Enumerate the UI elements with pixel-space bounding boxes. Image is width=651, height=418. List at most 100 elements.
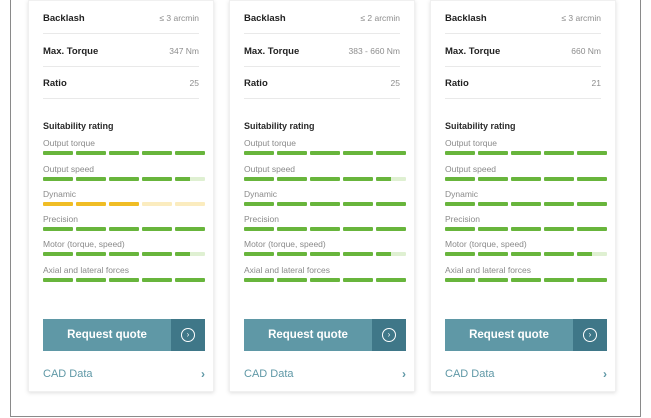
rating-segment: [445, 278, 475, 282]
rating-label: Output speed: [445, 164, 497, 174]
cad-data-label: CAD Data: [244, 368, 294, 380]
rating-row: Axial and lateral forces: [445, 265, 607, 287]
rating-segment: [277, 177, 307, 181]
rating-segment: [310, 227, 340, 231]
suitability-rating-title: Suitability rating: [445, 121, 516, 131]
rating-bar: [445, 278, 607, 282]
rating-segment: [310, 151, 340, 155]
rating-segment: [343, 177, 373, 181]
cad-data-link[interactable]: CAD Data ›: [244, 365, 406, 383]
rating-segment: [544, 252, 574, 256]
rating-label: Output speed: [43, 164, 95, 174]
rating-segment: [277, 202, 307, 206]
spec-label: Ratio: [445, 77, 469, 89]
rating-label: Dynamic: [43, 189, 77, 199]
cad-data-link[interactable]: CAD Data ›: [43, 365, 205, 383]
rating-bar: [445, 177, 607, 181]
request-quote-button[interactable]: Request quote ›: [244, 319, 406, 351]
rating-segment: [376, 227, 406, 231]
rating-label: Output torque: [445, 138, 497, 148]
rating-bar: [445, 227, 607, 231]
rating-label: Axial and lateral forces: [43, 265, 129, 275]
request-quote-label: Request quote: [268, 329, 348, 341]
rating-row: Precision: [43, 214, 205, 236]
rating-segment: [244, 227, 274, 231]
rating-label: Output torque: [244, 138, 296, 148]
rating-segment: [376, 202, 406, 206]
page-frame: Backlash ≤ 3 arcmin Max. Torque 347 Nm R…: [10, 0, 641, 417]
cad-data-label: CAD Data: [43, 368, 93, 380]
rating-segment: [142, 151, 172, 155]
rating-segment: [142, 278, 172, 282]
rating-segment: [109, 202, 139, 206]
divider: [43, 66, 199, 67]
rating-label: Motor (torque, speed): [43, 239, 125, 249]
rating-segment: [478, 252, 508, 256]
rating-segment: [478, 177, 508, 181]
rating-bar: [244, 202, 406, 206]
rating-bar: [244, 151, 406, 155]
rating-label: Axial and lateral forces: [244, 265, 330, 275]
rating-segment: [43, 177, 73, 181]
rating-segment: [577, 252, 607, 256]
rating-segment: [445, 227, 475, 231]
product-card: Backlash ≤ 3 arcmin Max. Torque 347 Nm R…: [28, 0, 214, 392]
product-card: Backlash ≤ 3 arcmin Max. Torque 660 Nm R…: [430, 0, 616, 392]
rating-label: Dynamic: [445, 189, 479, 199]
rating-row: Motor (torque, speed): [43, 239, 205, 261]
cta-icon-container: ›: [372, 319, 406, 351]
rating-segment: [544, 177, 574, 181]
rating-row: Motor (torque, speed): [445, 239, 607, 261]
divider: [445, 66, 601, 67]
spec-label: Max. Torque: [43, 45, 99, 57]
spec-max-torque: Max. Torque 660 Nm: [445, 36, 601, 66]
cta-icon-container: ›: [573, 319, 607, 351]
spec-ratio: Ratio 21: [445, 68, 601, 98]
suitability-rating-title: Suitability rating: [43, 121, 114, 131]
rating-segment: [175, 227, 205, 231]
spec-label: Backlash: [43, 12, 85, 24]
rating-segment: [244, 177, 274, 181]
rating-segment: [244, 252, 274, 256]
spec-ratio: Ratio 25: [244, 68, 400, 98]
rating-segment: [376, 252, 406, 256]
rating-segment: [445, 177, 475, 181]
rating-row: Motor (torque, speed): [244, 239, 406, 261]
spec-label: Max. Torque: [244, 45, 300, 57]
rating-label: Precision: [244, 214, 279, 224]
rating-label: Motor (torque, speed): [445, 239, 527, 249]
rating-segment: [577, 151, 607, 155]
chevron-right-icon: ›: [603, 367, 607, 381]
arrow-circle-right-icon: ›: [181, 328, 195, 342]
rating-bar: [43, 177, 205, 181]
rating-row: Output torque: [244, 138, 406, 160]
product-card: Backlash ≤ 2 arcmin Max. Torque 383 - 66…: [229, 0, 415, 392]
rating-segment: [43, 252, 73, 256]
rating-segment: [244, 151, 274, 155]
rating-segment: [277, 278, 307, 282]
product-cards: Backlash ≤ 3 arcmin Max. Torque 347 Nm R…: [11, 0, 640, 416]
spec-backlash: Backlash ≤ 2 arcmin: [244, 3, 400, 33]
rating-bar: [244, 227, 406, 231]
rating-row: Dynamic: [43, 189, 205, 211]
request-quote-button[interactable]: Request quote ›: [445, 319, 607, 351]
rating-segment: [175, 151, 205, 155]
cad-data-link[interactable]: CAD Data ›: [445, 365, 607, 383]
spec-value: 383 - 660 Nm: [348, 46, 401, 56]
rating-bar: [43, 278, 205, 282]
rating-segment: [310, 177, 340, 181]
spec-max-torque: Max. Torque 347 Nm: [43, 36, 199, 66]
rating-segment: [109, 177, 139, 181]
rating-segment: [445, 202, 475, 206]
rating-bar: [43, 151, 205, 155]
rating-bar: [43, 202, 205, 206]
spec-value: ≤ 3 arcmin: [159, 13, 199, 23]
rating-segment: [142, 227, 172, 231]
rating-label: Axial and lateral forces: [445, 265, 531, 275]
rating-segment: [109, 227, 139, 231]
rating-segment: [310, 252, 340, 256]
request-quote-button[interactable]: Request quote ›: [43, 319, 205, 351]
rating-segment: [376, 151, 406, 155]
rating-segment: [478, 151, 508, 155]
rating-segment: [142, 177, 172, 181]
